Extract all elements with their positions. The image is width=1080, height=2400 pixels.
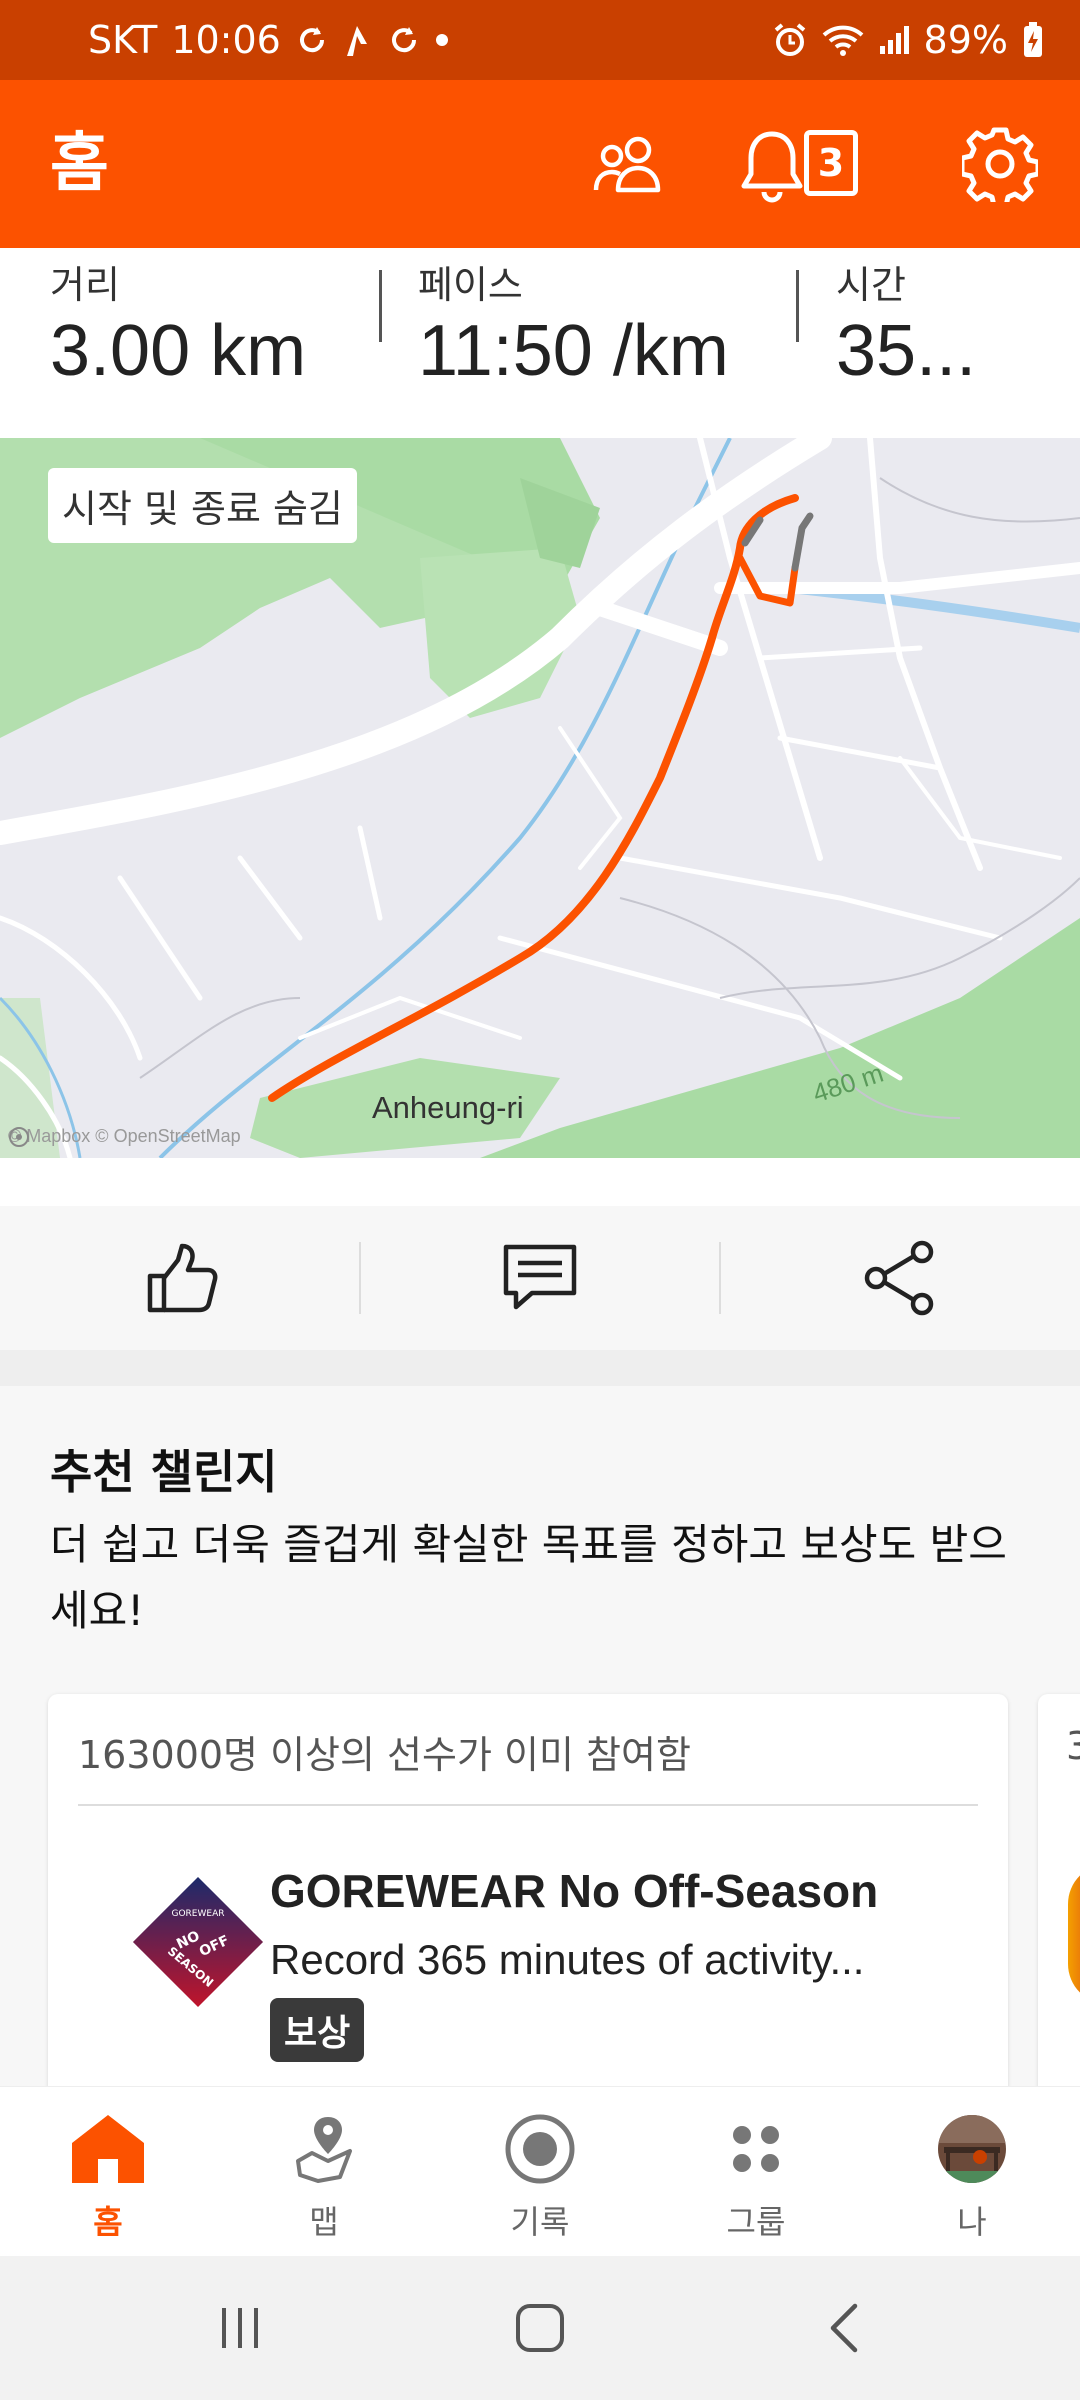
stat-divider xyxy=(379,270,382,342)
stat-value: 11:50 /km xyxy=(418,311,729,391)
avatar xyxy=(864,2109,1080,2189)
challenge-logo xyxy=(1068,1864,1080,2004)
bell-icon xyxy=(741,131,803,203)
section-subtitle: 더 쉽고 더욱 즐겁게 확실한 목표를 정하고 보상도 받으세요! xyxy=(50,1520,1007,1635)
home-system-button[interactable] xyxy=(440,2256,640,2400)
challenge-logo: GOREWEAR NO OFF SEASON xyxy=(128,1872,268,2012)
app-header: 홈 3 xyxy=(0,80,1080,248)
battery-percent: 89% xyxy=(923,18,1008,62)
mapbox-logo-icon xyxy=(9,1127,29,1147)
hide-start-end-toggle[interactable]: 시작 및 종료 숨김 xyxy=(48,468,357,543)
clock: 10:06 xyxy=(171,18,281,62)
nav-label: 맵 xyxy=(309,2203,339,2241)
comment-button[interactable] xyxy=(360,1206,720,1350)
route-map[interactable]: 시작 및 종료 숨김 Anheung-ri 480 m © Mapbox © O… xyxy=(0,438,1080,1158)
participants-count: 3 xyxy=(1066,1724,1080,1768)
nav-label: 기록 xyxy=(510,2203,570,2241)
nav-profile[interactable]: 나 xyxy=(864,2087,1080,2257)
stat-value: 3.00 km xyxy=(50,311,307,391)
stat-label: 거리 xyxy=(50,263,120,307)
participants-count: 163000명 이상의 선수가 이미 참여함 xyxy=(78,1733,691,1777)
groups-icon xyxy=(648,2109,864,2189)
wifi-icon xyxy=(822,23,864,57)
activity-stats: 거리 3.00 km 페이스 11:50 /km 시간 35... xyxy=(0,248,1080,438)
map-attribution-text: © Mapbox © OpenStreetMap xyxy=(8,1126,241,1146)
recent-apps-icon xyxy=(222,2308,258,2348)
challenge-description: Record 365 minutes of activity... xyxy=(270,1936,865,1983)
challenge-name: GOREWEAR No Off-Season xyxy=(270,1865,879,1917)
notifications-button[interactable]: 3 xyxy=(736,112,886,216)
recommended-challenges: 추천 챌린지 더 쉽고 더욱 즐겁게 확실한 목표를 정하고 보상도 받으세요!… xyxy=(0,1386,1080,2114)
dot-icon xyxy=(435,33,449,47)
section-title: 추천 챌린지 xyxy=(50,1445,278,1499)
thumbs-up-icon xyxy=(147,1243,218,1313)
sync-icon xyxy=(295,23,329,57)
activity-actions xyxy=(0,1206,1080,1350)
nav-label: 홈 xyxy=(93,2203,123,2241)
comment-icon xyxy=(503,1244,577,1310)
alarm-icon xyxy=(772,22,808,58)
back-button[interactable] xyxy=(745,2256,945,2400)
nav-record[interactable]: 기록 xyxy=(432,2087,648,2257)
spacer xyxy=(0,1158,1080,1206)
strava-notification-icon xyxy=(343,22,373,58)
card-divider xyxy=(78,1804,978,1806)
status-bar: SKT 10:06 89% xyxy=(0,0,1080,80)
signal-icon xyxy=(878,24,910,56)
system-navigation-bar xyxy=(0,2256,1080,2400)
challenge-card[interactable]: 163000명 이상의 선수가 이미 참여함 GOREWEAR NO OFF S… xyxy=(48,1694,1008,2114)
map-icon xyxy=(216,2109,432,2189)
stat-label: 페이스 xyxy=(418,263,523,307)
nav-label: 나 xyxy=(957,2203,987,2241)
carrier-label: SKT xyxy=(88,18,158,62)
share-icon xyxy=(864,1240,934,1316)
nav-label: 그룹 xyxy=(726,2203,786,2241)
nav-home[interactable]: 홈 xyxy=(0,2087,216,2257)
map-graphic xyxy=(0,438,1080,1158)
home-icon xyxy=(0,2109,216,2189)
record-icon xyxy=(432,2109,648,2189)
gear-icon xyxy=(962,127,1038,202)
challenge-card-next[interactable]: 3 xyxy=(1038,1694,1080,2114)
svg-text:GOREWEAR: GOREWEAR xyxy=(172,1909,225,1919)
sync-icon-2 xyxy=(387,23,421,57)
notification-count-badge: 3 xyxy=(804,130,858,196)
bottom-navigation: 홈 맵 기록 그룹 나 xyxy=(0,2086,1080,2256)
home-square-icon xyxy=(516,2304,564,2352)
nav-groups[interactable]: 그룹 xyxy=(648,2087,864,2257)
map-place-label: Anheung-ri xyxy=(372,1090,524,1125)
recent-apps-button[interactable] xyxy=(140,2256,340,2400)
settings-button[interactable] xyxy=(948,112,1052,216)
stat-label: 시간 xyxy=(836,263,906,307)
kudos-button[interactable] xyxy=(0,1206,360,1350)
people-icon xyxy=(593,136,661,193)
friends-button[interactable] xyxy=(578,112,682,216)
back-chevron-icon xyxy=(830,2303,858,2353)
stat-value: 35... xyxy=(836,311,977,391)
map-attribution[interactable]: © Mapbox © OpenStreetMap xyxy=(8,1126,241,1147)
section-separator xyxy=(0,1350,1080,1386)
stat-divider xyxy=(796,270,799,342)
reward-badge: 보상 xyxy=(270,1998,365,2062)
share-button[interactable] xyxy=(720,1206,1080,1350)
battery-charging-icon xyxy=(1022,21,1044,59)
nav-maps[interactable]: 맵 xyxy=(216,2087,432,2257)
page-title: 홈 xyxy=(50,127,109,201)
